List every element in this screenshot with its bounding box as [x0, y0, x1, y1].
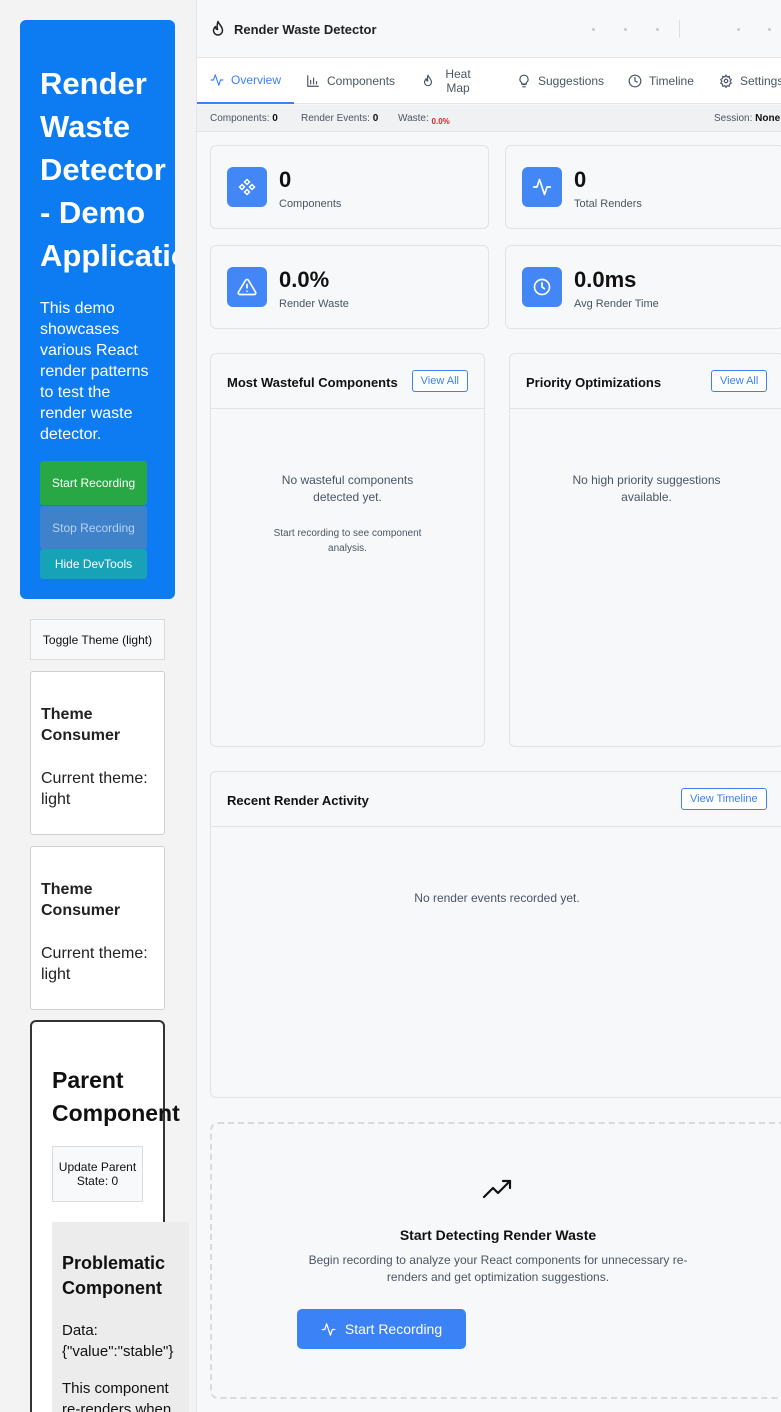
empty-state-hint: Start recording to see component analysi… — [273, 528, 422, 554]
tab-components[interactable]: Components — [306, 58, 395, 104]
tab-label: Components — [327, 74, 396, 88]
tab-label: Suggestions — [538, 74, 605, 88]
cta-button-label: Start Recording — [344, 1321, 443, 1337]
empty-state-text: No high priority suggestions available. — [572, 473, 721, 504]
stat-label: Render Waste — [279, 298, 349, 310]
activity-icon — [522, 167, 562, 207]
tab-settings[interactable]: Settings — [719, 58, 781, 104]
lightbulb-icon — [519, 74, 529, 88]
devtools-header: Render Waste Detector — [197, 0, 781, 58]
view-all-button[interactable]: View All — [411, 370, 468, 392]
start-recording-button[interactable]: Start Recording — [40, 461, 147, 505]
stat-value: 0 — [574, 167, 587, 192]
panel-title: Recent Render Activity — [227, 793, 369, 808]
theme-consumer-card: Theme Consumer Current theme: light — [30, 846, 165, 1010]
stat-value: 0 — [279, 167, 292, 192]
clock-icon — [628, 74, 642, 88]
cta-start-recording-button[interactable]: Start Recording — [297, 1309, 466, 1349]
problematic-component-data: Data: {"value":"stable"} — [62, 1322, 174, 1360]
theme-consumer-title: Theme Consumer — [41, 706, 121, 744]
cta-description: Begin recording to analyze your React co… — [308, 1253, 688, 1284]
wasteful-components-panel: Most Wasteful Components View All No was… — [210, 353, 485, 747]
trending-up-icon — [482, 1179, 512, 1199]
tab-label: Overview — [230, 73, 281, 87]
toolbar-dot-icon[interactable] — [592, 28, 595, 31]
flame-icon — [423, 74, 433, 87]
status-components: Components: 0 — [210, 113, 278, 124]
status-render-events: Render Events: 0 — [301, 113, 379, 124]
tab-label: Timeline — [649, 74, 694, 88]
toolbar-dot-icon[interactable] — [768, 28, 771, 31]
status-waste: Waste: 0.0% — [398, 113, 450, 126]
view-timeline-button[interactable]: View Timeline — [681, 788, 767, 810]
stat-card-total-renders: 0 Total Renders — [505, 145, 781, 229]
stat-label: Components — [279, 198, 342, 210]
panel-header: Recent Render Activity View Timeline — [211, 772, 781, 827]
tab-timeline[interactable]: Timeline — [628, 58, 694, 104]
tab-heat-map[interactable]: Heat Map — [421, 58, 474, 104]
update-parent-button[interactable]: Update Parent State: 0 — [52, 1146, 143, 1202]
toolbar-dot-icon[interactable] — [656, 28, 659, 31]
devtools-panel: Render Waste Detector Overview Component… — [196, 0, 781, 1412]
stat-label: Total Renders — [574, 198, 642, 210]
clock-icon — [522, 267, 562, 307]
activity-icon — [321, 1322, 336, 1336]
toggle-theme-button[interactable]: Toggle Theme (light) — [30, 619, 165, 660]
gear-icon — [719, 74, 733, 88]
parent-component-title: Parent Component — [52, 1067, 180, 1126]
recent-activity-panel: Recent Render Activity View Timeline No … — [210, 771, 781, 1098]
stat-value: 0.0ms — [574, 267, 637, 292]
priority-optimizations-panel: Priority Optimizations View All No high … — [509, 353, 781, 747]
toolbar-dot-icon[interactable] — [624, 28, 627, 31]
activity-icon — [210, 74, 224, 86]
view-all-button[interactable]: View All — [711, 370, 768, 392]
tab-overview[interactable]: Overview — [197, 58, 294, 104]
theme-consumer-title: Theme Consumer — [41, 881, 121, 919]
start-detecting-section: Start Detecting Render Waste Begin recor… — [210, 1122, 781, 1399]
tab-suggestions[interactable]: Suggestions — [517, 58, 604, 104]
theme-consumer-card: Theme Consumer Current theme: light — [30, 671, 165, 835]
toolbar-dot-icon[interactable] — [737, 28, 740, 31]
stat-card-components: 0 Components — [210, 145, 489, 229]
stop-recording-button[interactable]: Stop Recording — [40, 506, 147, 549]
stat-value: 0.0% — [279, 267, 330, 292]
stat-card-render-waste: 0.0% Render Waste — [210, 245, 489, 329]
panel-header: Priority Optimizations View All — [510, 354, 781, 409]
demo-hero-card: Render Waste Detector - Demo Application… — [20, 20, 175, 599]
stat-label: Avg Render Time — [574, 298, 659, 310]
demo-title: Render Waste Detector - Demo Application — [40, 66, 175, 273]
alert-triangle-icon — [227, 267, 267, 307]
empty-state-text: No wasteful components detected yet. — [281, 473, 414, 504]
cta-title: Start Detecting Render Waste — [399, 1227, 597, 1243]
theme-consumer-text: Current theme: light — [41, 770, 148, 808]
devtools-tabs: Overview Components Heat Map Suggestions… — [197, 58, 781, 104]
tab-label: Settings — [740, 74, 781, 88]
devtools-title: Render Waste Detector — [234, 22, 377, 37]
hide-devtools-button[interactable]: Hide DevTools — [40, 549, 147, 579]
toolbar-divider — [679, 20, 680, 38]
stat-card-avg-render-time: 0.0ms Avg Render Time — [505, 245, 781, 329]
panel-title: Most Wasteful Components — [227, 375, 398, 390]
flame-icon — [212, 20, 224, 36]
status-session: Session: None — [714, 113, 781, 124]
problematic-component-title: Problematic Component — [62, 1253, 166, 1298]
status-bar: Components: 0 Render Events: 0 Waste: 0.… — [197, 105, 781, 132]
panel-title: Priority Optimizations — [526, 375, 662, 390]
problematic-component-description: This component re-renders when — [62, 1380, 172, 1412]
empty-state-text: No render events recorded yet. — [414, 891, 580, 905]
demo-description: This demo showcases various React render… — [40, 300, 149, 443]
tab-label: Heat Map — [445, 67, 471, 95]
bar-chart-icon — [307, 75, 319, 87]
theme-consumer-text: Current theme: light — [41, 945, 148, 983]
components-icon — [227, 167, 267, 207]
panel-header: Most Wasteful Components View All — [211, 354, 484, 409]
